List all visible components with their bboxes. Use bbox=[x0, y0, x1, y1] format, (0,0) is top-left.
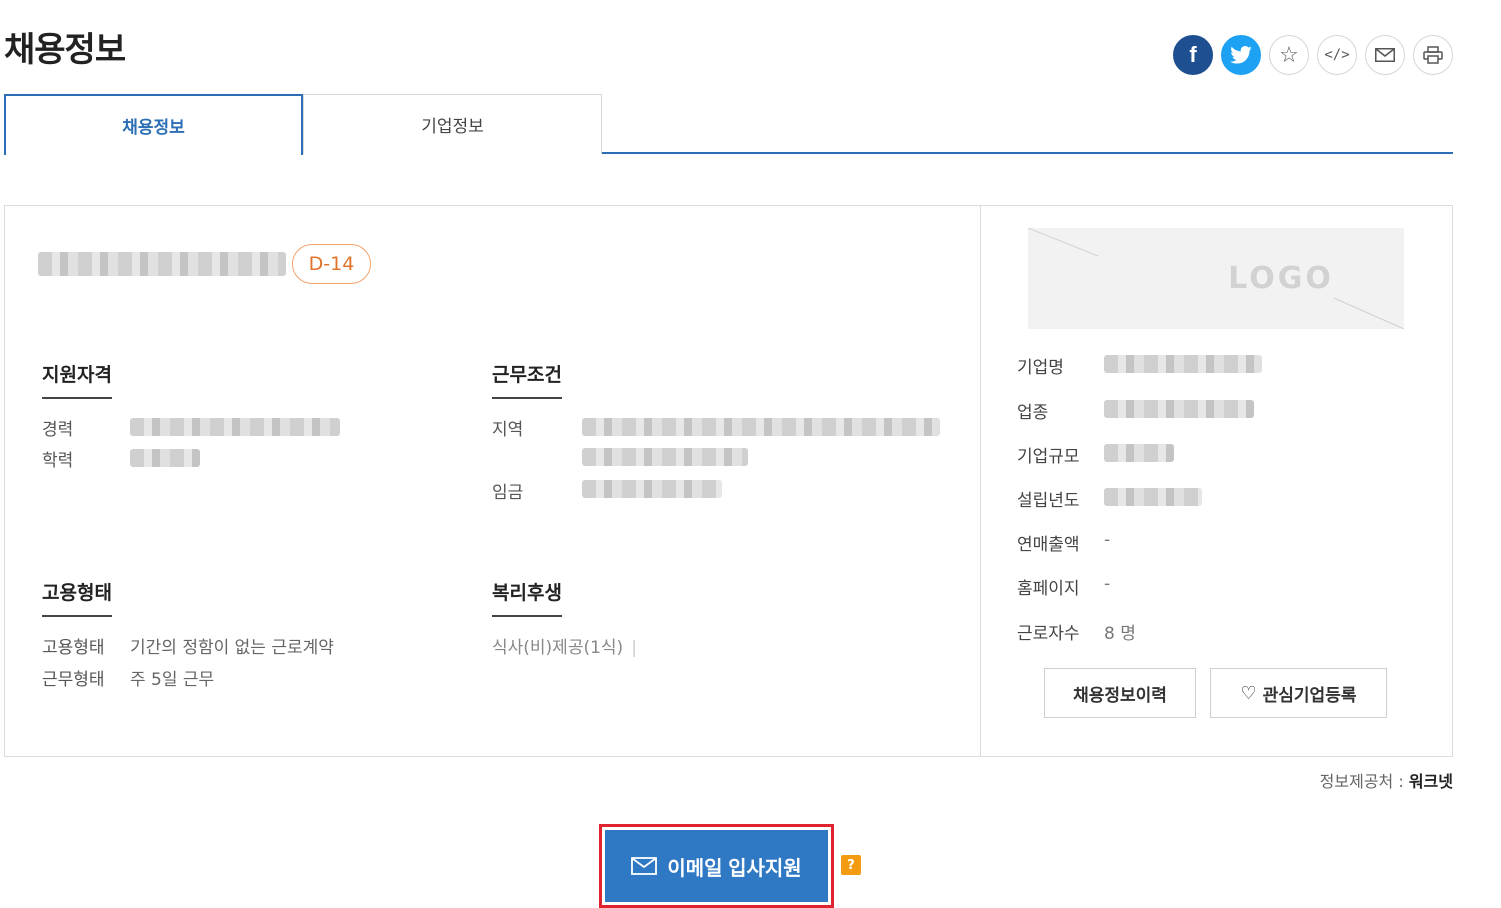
revenue-label: 연매출액 bbox=[1017, 535, 1080, 555]
twitter-share-button[interactable] bbox=[1221, 35, 1261, 75]
region-label: 지역 bbox=[492, 420, 524, 440]
twitter-icon bbox=[1230, 46, 1252, 64]
company-size-label: 기업규모 bbox=[1017, 447, 1080, 467]
company-name-label: 기업명 bbox=[1017, 358, 1064, 378]
education-value-redacted bbox=[130, 449, 200, 467]
section-welfare-title: 복리후생 bbox=[492, 578, 562, 617]
welfare-item: 식사(비)제공(1식) bbox=[492, 638, 624, 658]
employees-label: 근로자수 bbox=[1017, 624, 1080, 644]
apply-highlight: 이메일 입사지원 bbox=[599, 824, 834, 908]
company-size-redacted bbox=[1104, 444, 1174, 462]
info-provider: 정보제공처 : 워크넷 bbox=[1320, 768, 1453, 792]
star-icon: ☆ bbox=[1279, 42, 1299, 68]
email-apply-button[interactable]: 이메일 입사지원 bbox=[605, 830, 828, 902]
region-value-redacted-line2 bbox=[582, 448, 748, 466]
code-icon: </> bbox=[1324, 47, 1350, 63]
section-conditions-title: 근무조건 bbox=[492, 360, 562, 399]
experience-value-redacted bbox=[130, 418, 340, 436]
company-logo: LOGO bbox=[1028, 228, 1404, 329]
region-value-redacted bbox=[582, 418, 940, 436]
founded-redacted bbox=[1104, 488, 1202, 506]
panel-divider bbox=[980, 206, 981, 756]
email-share-button[interactable] bbox=[1365, 35, 1405, 75]
help-icon[interactable]: ? bbox=[841, 855, 861, 875]
employment-type-label: 고용형태 bbox=[42, 638, 105, 658]
facebook-share-button[interactable]: f bbox=[1173, 35, 1213, 75]
facebook-icon: f bbox=[1189, 42, 1197, 67]
section-qualifications-title: 지원자격 bbox=[42, 360, 112, 399]
experience-label: 경력 bbox=[42, 420, 74, 440]
job-history-button[interactable]: 채용정보이력 bbox=[1044, 668, 1196, 718]
welfare-separator: | bbox=[631, 638, 637, 658]
industry-redacted bbox=[1104, 400, 1254, 418]
job-title-redacted bbox=[38, 252, 286, 276]
work-type-label: 근무형태 bbox=[42, 670, 105, 690]
salary-label: 임금 bbox=[492, 483, 524, 503]
bookmark-button[interactable]: ☆ bbox=[1269, 35, 1309, 75]
homepage-label: 홈페이지 bbox=[1017, 579, 1080, 599]
education-label: 학력 bbox=[42, 451, 74, 471]
heart-icon: ♡ bbox=[1240, 682, 1257, 703]
welfare-value: 식사(비)제공(1식) | bbox=[492, 633, 637, 658]
company-name-redacted bbox=[1104, 355, 1262, 373]
interest-company-label: 관심기업등록 bbox=[1262, 685, 1357, 705]
mail-icon bbox=[631, 857, 658, 875]
dday-badge: D-14 bbox=[292, 244, 371, 284]
industry-label: 업종 bbox=[1017, 403, 1049, 423]
share-bar: f ☆ </> bbox=[1173, 35, 1453, 75]
email-apply-label: 이메일 입사지원 bbox=[667, 857, 802, 880]
page-title: 채용정보 bbox=[4, 30, 126, 70]
revenue-value: - bbox=[1104, 530, 1111, 550]
tab-bar: 채용정보 기업정보 bbox=[4, 94, 1453, 155]
print-button[interactable] bbox=[1413, 35, 1453, 75]
provider-label: 정보제공처 : bbox=[1319, 772, 1404, 791]
founded-label: 설립년도 bbox=[1017, 491, 1080, 511]
job-history-label: 채용정보이력 bbox=[1073, 685, 1167, 705]
salary-value-redacted bbox=[582, 480, 722, 498]
embed-button[interactable]: </> bbox=[1317, 35, 1357, 75]
provider-name: 워크넷 bbox=[1408, 772, 1453, 791]
mail-icon bbox=[1375, 48, 1395, 62]
tab-job-info[interactable]: 채용정보 bbox=[4, 94, 303, 155]
employment-type-value: 기간의 정함이 없는 근로계약 bbox=[130, 638, 334, 658]
work-type-value: 주 5일 근무 bbox=[130, 670, 215, 690]
employees-value: 8 명 bbox=[1104, 624, 1136, 644]
interest-company-button[interactable]: ♡ 관심기업등록 bbox=[1210, 668, 1387, 718]
homepage-value: - bbox=[1104, 574, 1111, 594]
tab-company-info[interactable]: 기업정보 bbox=[303, 94, 602, 154]
print-icon bbox=[1423, 46, 1443, 64]
logo-text: LOGO bbox=[1228, 261, 1334, 296]
section-employment-title: 고용형태 bbox=[42, 578, 112, 617]
